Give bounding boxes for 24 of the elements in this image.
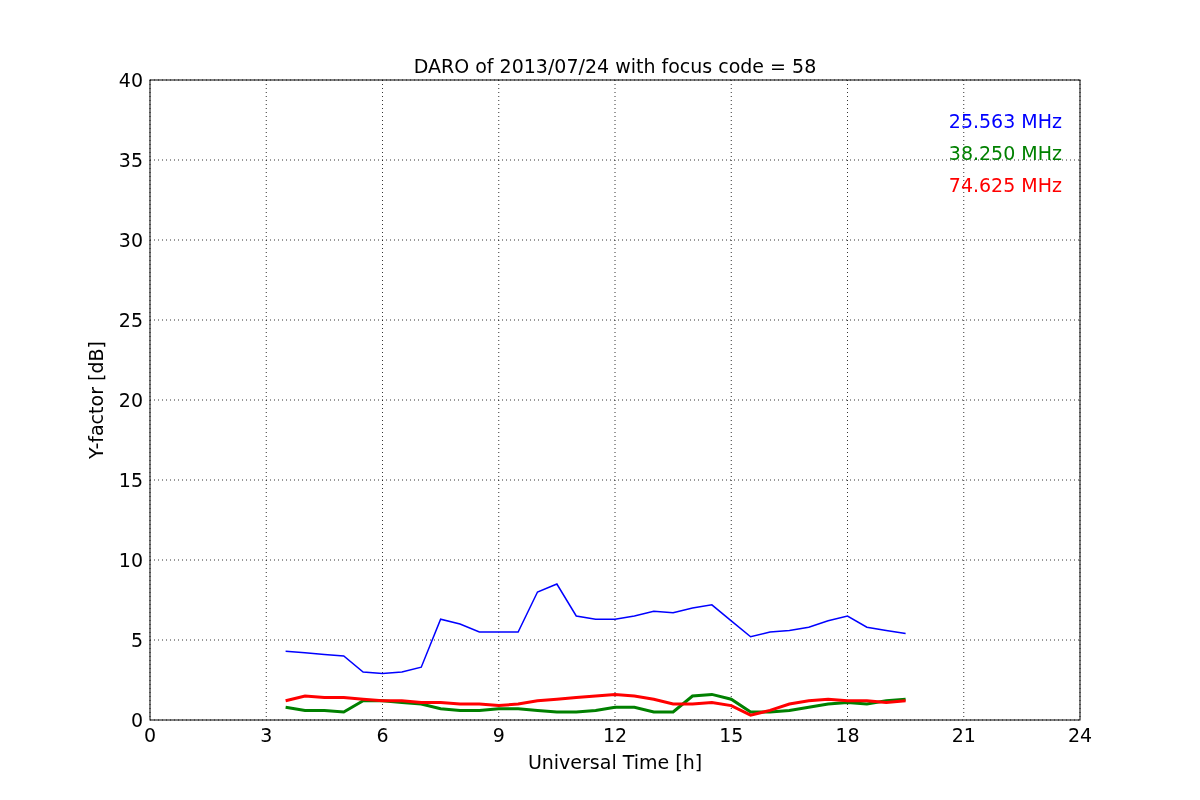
y-tick-label: 30	[118, 229, 143, 251]
y-tick-label: 25	[118, 309, 143, 331]
legend-label: 25.563 MHz	[948, 110, 1062, 132]
y-tick-label: 35	[118, 149, 143, 171]
y-axis-label: Y-factor [dB]	[85, 341, 107, 459]
chart-title: DARO of 2013/07/24 with focus code = 58	[413, 55, 817, 77]
legend-label: 38.250 MHz	[948, 142, 1062, 164]
x-tick-label: 12	[602, 724, 628, 746]
x-tick-label: 3	[260, 724, 273, 746]
y-tick-label: 40	[118, 69, 143, 91]
y-tick-label: 10	[118, 549, 143, 571]
x-tick-label: 9	[492, 724, 505, 746]
x-tick-label: 0	[143, 724, 157, 746]
x-tick-label: 15	[719, 724, 744, 746]
y-tick-label: 15	[118, 469, 143, 491]
y-tick-label: 5	[130, 629, 143, 651]
x-tick-label: 18	[835, 724, 860, 746]
legend-label: 74.625 MHz	[948, 174, 1062, 196]
x-axis-label: Universal Time [h]	[527, 751, 703, 773]
x-tick-label: 24	[1067, 724, 1093, 746]
y-tick-label: 20	[118, 389, 143, 411]
x-tick-label: 6	[376, 724, 389, 746]
x-tick-label: 21	[951, 724, 976, 746]
y-tick-label: 0	[130, 709, 143, 731]
